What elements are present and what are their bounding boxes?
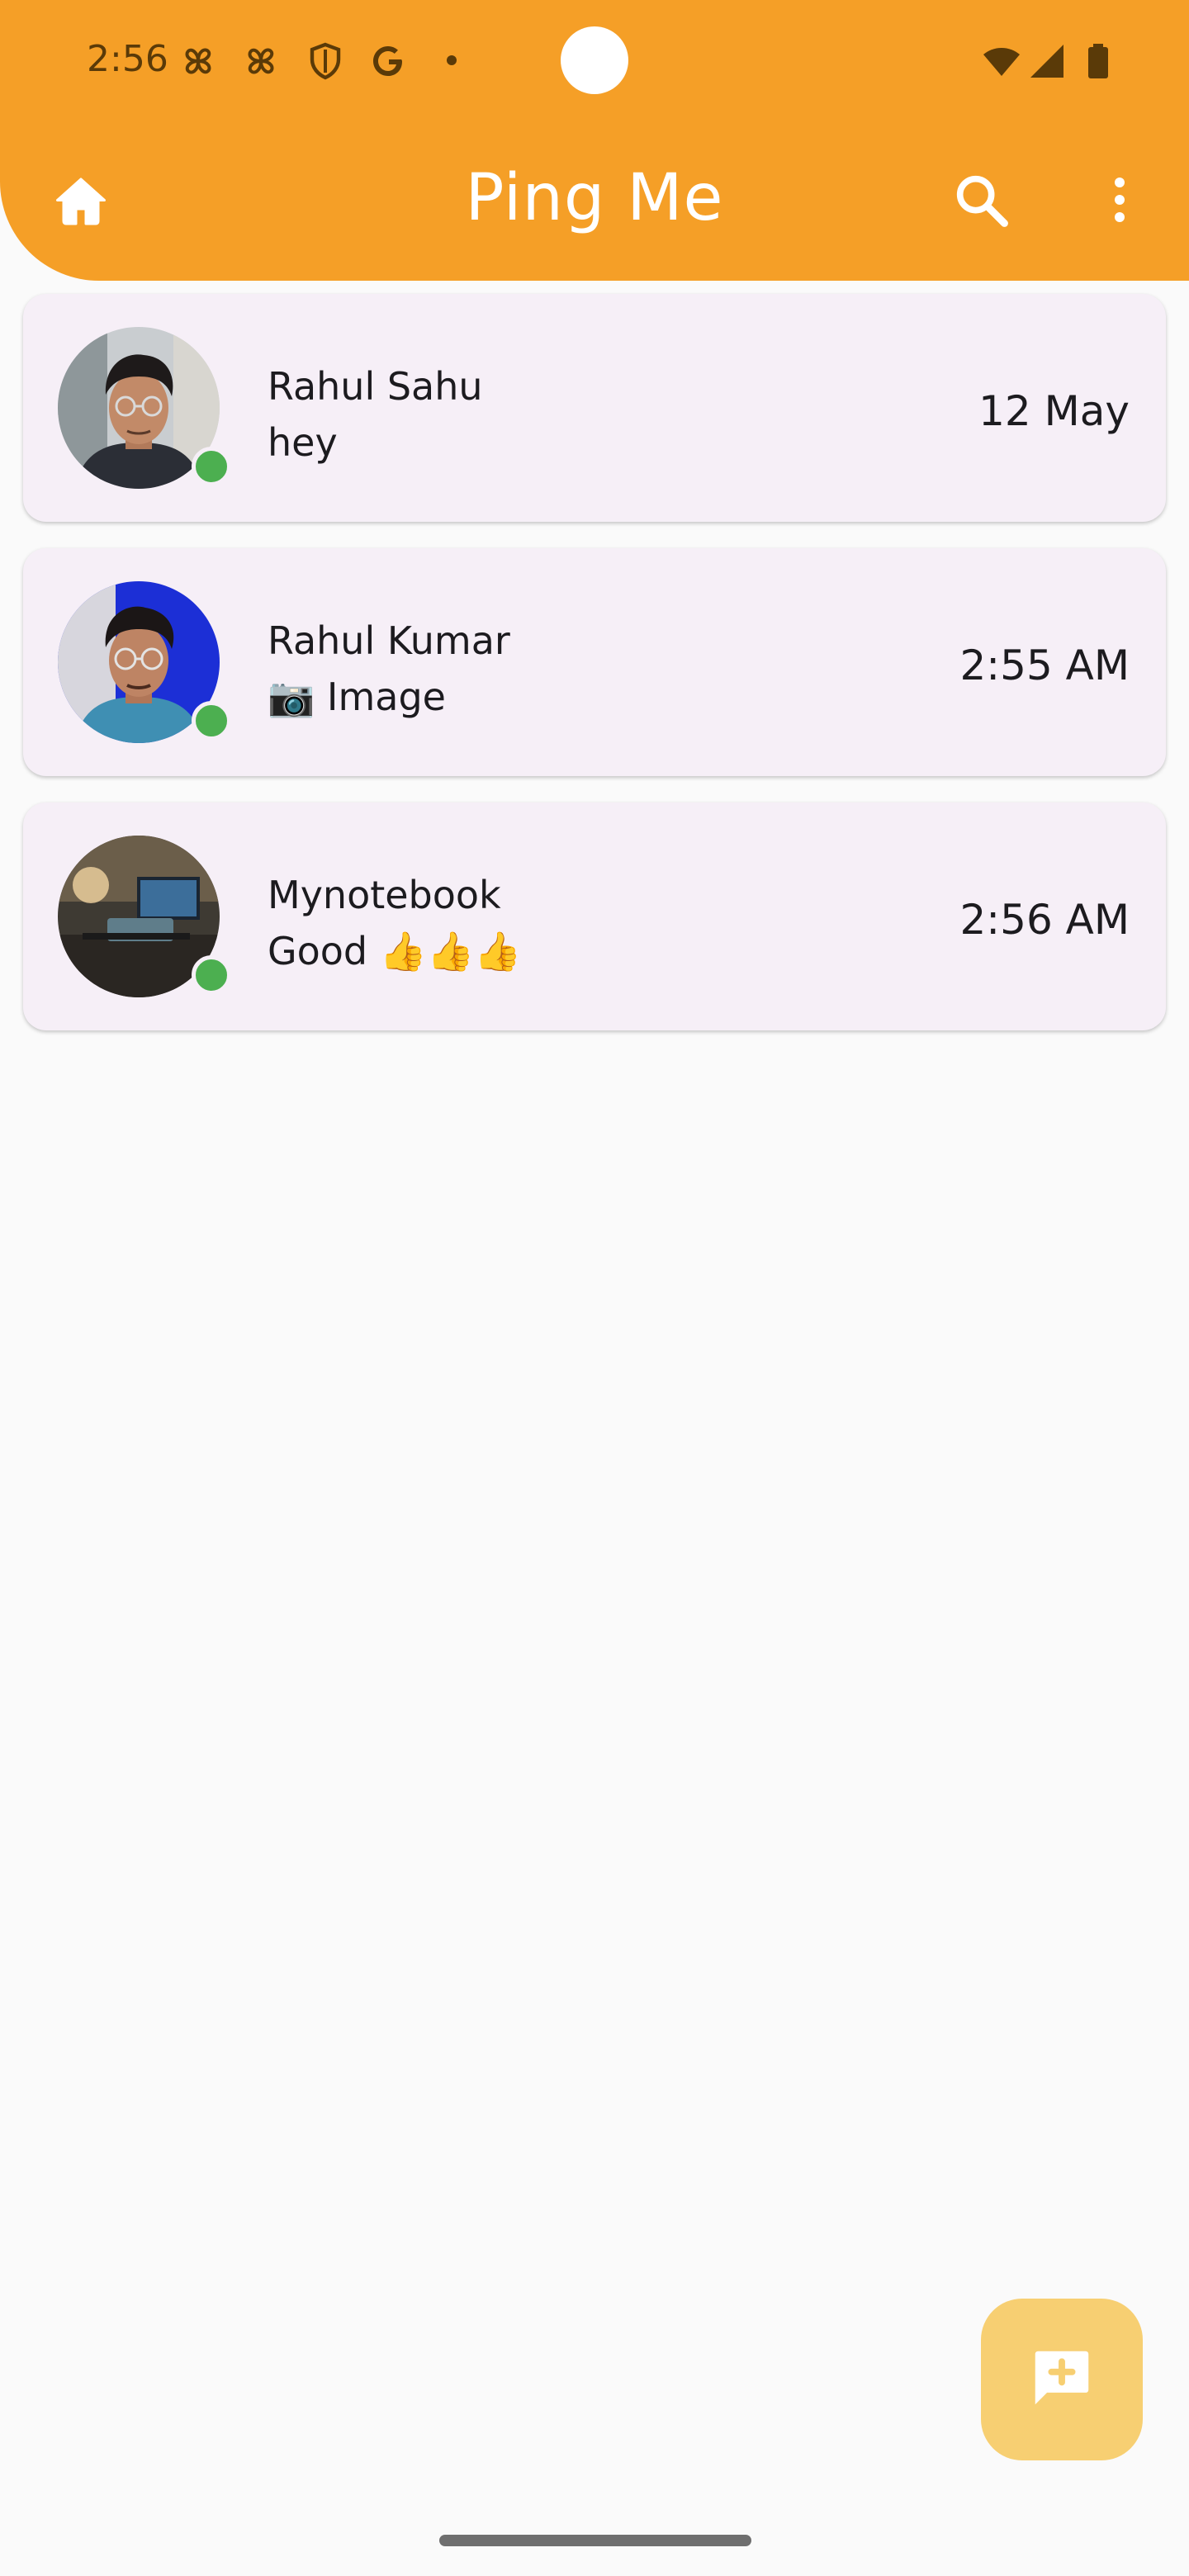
chat-list: Rahul Sahu hey 12 May Rahul Kumar 📷 Imag… <box>23 294 1166 1057</box>
pinwheel-icon <box>178 41 218 81</box>
new-chat-button[interactable] <box>981 2299 1143 2460</box>
shield-icon <box>306 41 345 81</box>
chat-last-message: Good 👍👍👍 <box>268 929 522 973</box>
gesture-navigation-bar[interactable] <box>439 2535 751 2546</box>
search-icon <box>950 168 1012 231</box>
chat-last-message: 📷 Image <box>268 675 446 719</box>
status-bar: 2:56 <box>0 0 1189 120</box>
chat-list-item[interactable]: Rahul Kumar 📷 Image 2:55 AM <box>23 548 1166 776</box>
online-status-dot <box>192 447 231 486</box>
add-comment-icon <box>1026 2342 1097 2417</box>
chat-list-item[interactable]: Rahul Sahu hey 12 May <box>23 294 1166 522</box>
signal-icon <box>1027 41 1067 81</box>
chat-last-message: hey <box>268 420 338 465</box>
status-time: 2:56 <box>87 38 168 80</box>
app-title: Ping Me <box>465 161 724 235</box>
home-icon <box>51 172 111 231</box>
avatar[interactable] <box>58 836 231 997</box>
app-bar: 2:56 Ping Me <box>0 0 1189 281</box>
avatar[interactable] <box>58 581 231 743</box>
chat-time: 2:56 AM <box>959 896 1130 944</box>
online-status-dot <box>192 955 231 995</box>
battery-icon <box>1078 41 1118 81</box>
avatar[interactable] <box>58 327 231 489</box>
online-status-dot <box>192 701 231 741</box>
notification-dot-icon <box>447 55 457 65</box>
home-button[interactable] <box>40 160 122 243</box>
chat-name: Rahul Kumar <box>268 618 510 663</box>
wifi-icon <box>979 41 1024 81</box>
chat-time: 2:55 AM <box>959 642 1130 689</box>
search-button[interactable] <box>940 159 1022 241</box>
chat-list-item[interactable]: Mynotebook Good 👍👍👍 2:56 AM <box>23 803 1166 1030</box>
chat-name: Mynotebook <box>268 873 501 917</box>
google-icon <box>368 41 408 81</box>
camera-cutout <box>561 26 628 94</box>
chat-name: Rahul Sahu <box>268 364 483 409</box>
more-options-button[interactable] <box>1078 159 1161 241</box>
more-vert-icon <box>1090 170 1149 230</box>
pinwheel-icon <box>241 41 281 81</box>
chat-time: 12 May <box>978 387 1130 435</box>
